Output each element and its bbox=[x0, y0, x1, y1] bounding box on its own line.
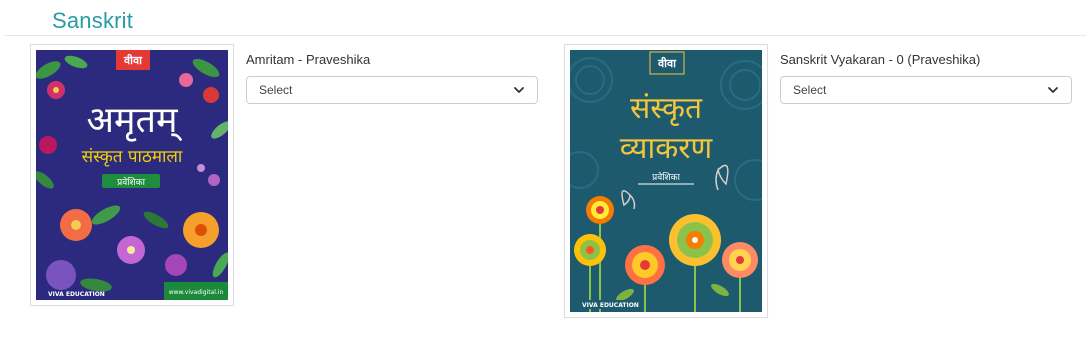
book-cover-vyakaran[interactable]: वीवा संस्कृत व्याकरण प्रवेशिका VIVA EDUC… bbox=[564, 44, 768, 318]
select-vyakaran-value: Select bbox=[793, 83, 827, 97]
cover-publisher: VIVA EDUCATION bbox=[48, 291, 105, 298]
section-title: Sanskrit bbox=[52, 8, 134, 33]
chevron-down-icon bbox=[514, 87, 524, 93]
select-vyakaran[interactable]: Select bbox=[780, 76, 1072, 104]
cover-title-line1: संस्कृत bbox=[630, 91, 703, 127]
chevron-down-icon bbox=[1048, 87, 1058, 93]
select-amritam-value: Select bbox=[259, 83, 293, 97]
cover-title-line2: व्याकरण bbox=[620, 131, 714, 166]
cover-main-title: अमृतम् bbox=[86, 100, 182, 142]
cover-website: www.vivadigital.in bbox=[169, 289, 224, 296]
book-title-vyakaran: Sanskrit Vyakaran - 0 (Praveshika) bbox=[780, 52, 981, 67]
cover-level: प्रवेशिका bbox=[652, 171, 680, 183]
book-title-amritam: Amritam - Praveshika bbox=[246, 52, 371, 67]
cover-level: प्रवेशिका bbox=[117, 176, 145, 188]
section-divider bbox=[4, 35, 1086, 36]
cover-badge: वीवा bbox=[123, 53, 143, 67]
cover-publisher: VIVA EDUCATION bbox=[582, 302, 639, 309]
cover-badge: वीवा bbox=[657, 56, 677, 70]
cover-subtitle: संस्कृत पाठमाला bbox=[82, 147, 183, 167]
select-amritam[interactable]: Select bbox=[246, 76, 538, 104]
book-cover-amritam[interactable]: वीवा अमृतम् संस्कृत पाठमाला प्रवेशिका ww… bbox=[30, 44, 234, 306]
